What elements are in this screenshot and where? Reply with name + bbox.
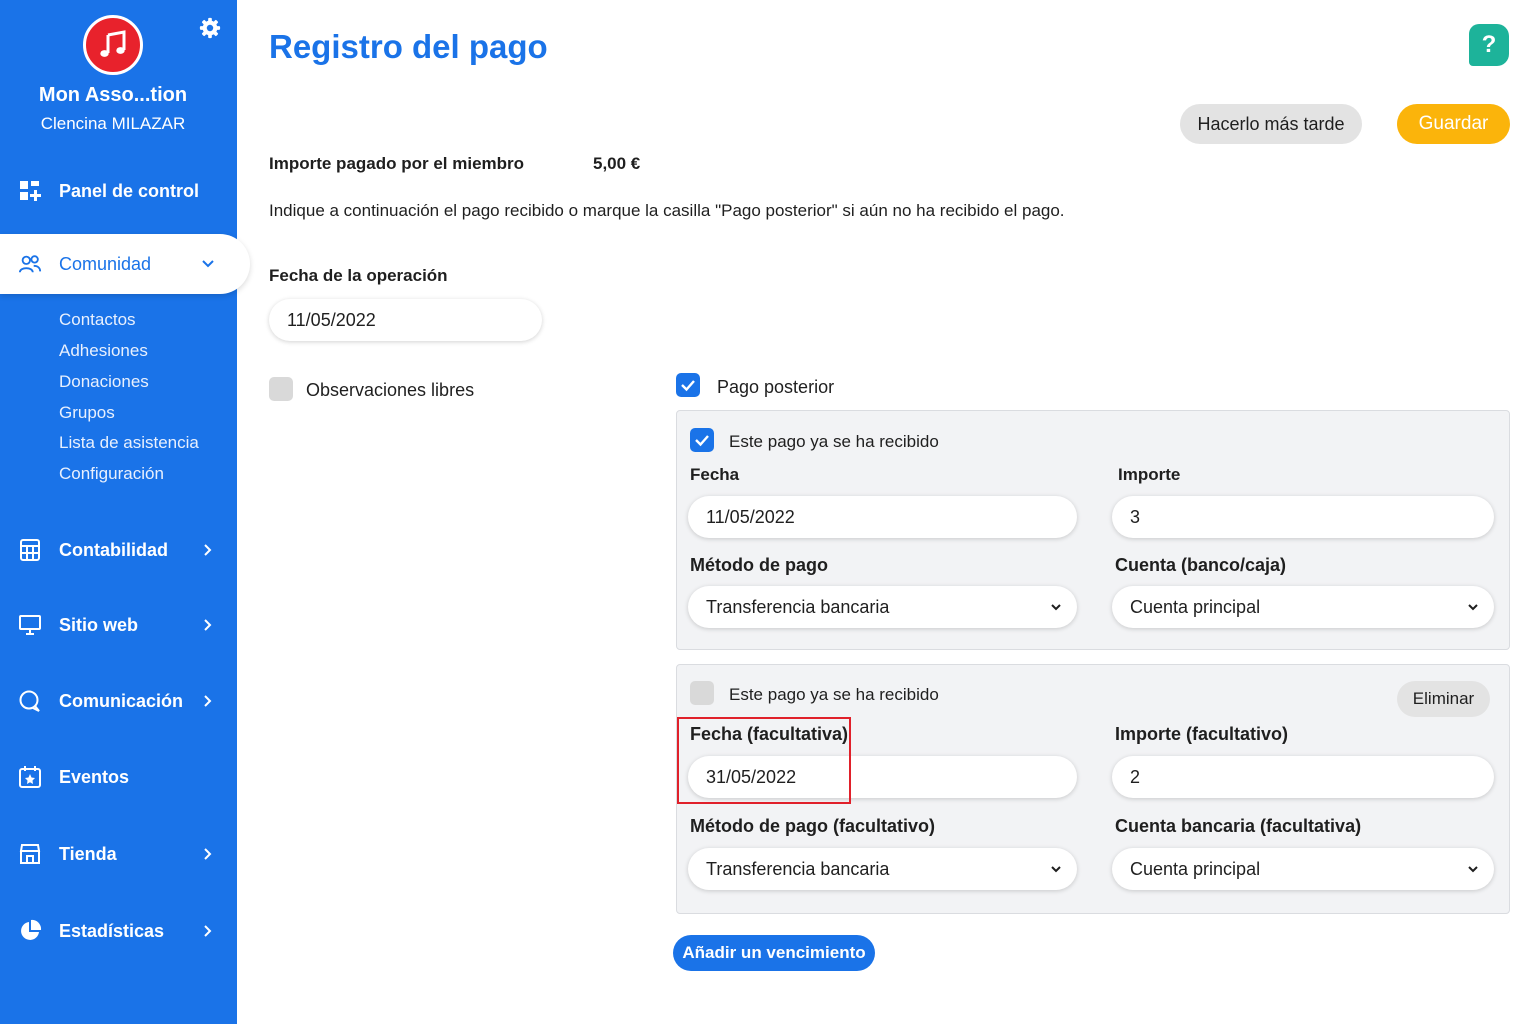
amount-paid-label: Importe pagado por el miembro xyxy=(269,154,525,173)
received-label-2: Este pago ya se ha recibido xyxy=(729,685,939,704)
nav-events[interactable]: Eventos xyxy=(0,749,237,805)
chevron-down-icon xyxy=(1051,866,1061,873)
nav-community[interactable]: Comunidad xyxy=(0,234,250,294)
monitor-icon xyxy=(18,613,42,637)
account-label-1: Cuenta (banco/caja) xyxy=(1115,555,1287,575)
method-select-2-value: Transferencia bancaria xyxy=(706,858,890,879)
chevron-down-icon xyxy=(1468,866,1478,873)
received-checkbox-2[interactable] xyxy=(690,681,714,705)
nav-communication-label: Comunicación xyxy=(59,690,184,711)
nav-shop[interactable]: Tienda xyxy=(0,826,237,882)
calculator-icon xyxy=(18,538,42,562)
received-checkbox-1[interactable] xyxy=(690,428,714,452)
music-note-icon[interactable] xyxy=(83,15,143,75)
date-input-1[interactable]: 11/05/2022 xyxy=(688,496,1077,538)
nav-website-label: Sitio web xyxy=(59,614,139,635)
highlight-box xyxy=(677,717,851,804)
method-select-1-value: Transferencia bancaria xyxy=(706,596,890,617)
sidebar-header: Mon Asso...tion Clencina MILAZAR xyxy=(0,0,237,158)
amount-paid-value: 5,00 € xyxy=(593,154,641,173)
nav-accounting[interactable]: Contabilidad xyxy=(0,522,237,578)
check-icon xyxy=(681,380,695,392)
deferred-payment-checkbox[interactable] xyxy=(676,373,700,397)
later-button[interactable]: Hacerlo más tarde xyxy=(1180,104,1362,144)
nav-events-label: Eventos xyxy=(59,766,130,787)
account-select-1-value: Cuenta principal xyxy=(1130,596,1261,617)
chevron-right-icon xyxy=(201,618,215,632)
nav-shop-label: Tienda xyxy=(59,843,117,864)
user-name: Clencina MILAZAR xyxy=(40,114,186,133)
nav-dashboard-label: Panel de control xyxy=(59,180,200,201)
chevron-right-icon xyxy=(201,924,215,938)
pie-chart-icon xyxy=(18,919,42,943)
delete-installment-button[interactable]: Eliminar xyxy=(1397,681,1490,717)
sub-contacts[interactable]: Contactos xyxy=(59,310,136,330)
nav-stats-label: Estadísticas xyxy=(59,920,165,941)
store-icon xyxy=(18,842,42,866)
account-select-1[interactable]: Cuenta principal xyxy=(1112,586,1494,628)
nav-stats[interactable]: Estadísticas xyxy=(0,903,237,959)
chevron-down-icon xyxy=(201,257,215,271)
account-select-2-value: Cuenta principal xyxy=(1130,858,1261,879)
method-select-1[interactable]: Transferencia bancaria xyxy=(688,586,1077,628)
instructions-text: Indique a continuación el pago recibido … xyxy=(269,201,1065,220)
account-select-2[interactable]: Cuenta principal xyxy=(1112,848,1494,890)
chevron-right-icon xyxy=(201,694,215,708)
save-button[interactable]: Guardar xyxy=(1397,104,1510,144)
chevron-down-icon xyxy=(1051,604,1061,611)
deferred-payment-label: Pago posterior xyxy=(717,377,835,397)
operation-date-input[interactable]: 11/05/2022 xyxy=(269,299,542,341)
notes-label: Observaciones libres xyxy=(306,380,475,400)
check-icon xyxy=(695,435,709,447)
sub-settings[interactable]: Configuración xyxy=(59,464,164,484)
operation-date-label: Fecha de la operación xyxy=(269,266,448,285)
sub-attendance[interactable]: Lista de asistencia xyxy=(59,433,199,453)
method-label-2: Método de pago (facultativo) xyxy=(690,816,935,836)
nav-website[interactable]: Sitio web xyxy=(0,597,237,653)
organization-name: Mon Asso...tion xyxy=(38,84,188,106)
notes-checkbox[interactable] xyxy=(269,377,293,401)
nav-accounting-label: Contabilidad xyxy=(59,539,168,560)
chat-icon xyxy=(18,689,42,713)
received-label-1: Este pago ya se ha recibido xyxy=(729,432,939,451)
method-select-2[interactable]: Transferencia bancaria xyxy=(688,848,1077,890)
sub-groups[interactable]: Grupos xyxy=(59,403,115,423)
amount-input-1[interactable]: 3 xyxy=(1112,496,1494,538)
gear-icon[interactable] xyxy=(197,15,223,41)
method-label-1: Método de pago xyxy=(690,555,828,575)
sub-memberships[interactable]: Adhesiones xyxy=(59,341,148,361)
chevron-right-icon xyxy=(201,543,215,557)
amount-input-2[interactable]: 2 xyxy=(1112,756,1494,798)
chevron-down-icon xyxy=(1468,604,1478,611)
amount-label-2: Importe (facultativo) xyxy=(1115,724,1289,744)
chevron-right-icon xyxy=(201,847,215,861)
nav-dashboard[interactable]: Panel de control xyxy=(0,163,237,219)
account-label-2: Cuenta bancaria (facultativa) xyxy=(1115,816,1362,836)
sub-donations[interactable]: Donaciones xyxy=(59,372,149,392)
dashboard-icon xyxy=(18,179,42,203)
sidebar: Mon Asso...tion Clencina MILAZAR Panel d… xyxy=(0,0,250,1024)
users-icon xyxy=(18,252,42,276)
amount-label-1: Importe xyxy=(1118,465,1181,484)
date-label-1: Fecha xyxy=(690,465,740,484)
page-title: Registro del pago xyxy=(269,28,548,65)
nav-communication[interactable]: Comunicación xyxy=(0,673,237,729)
add-installment-button[interactable]: Añadir un vencimiento xyxy=(673,935,875,971)
nav-community-label: Comunidad xyxy=(59,253,152,274)
calendar-icon xyxy=(18,765,42,789)
help-button[interactable]: ? xyxy=(1469,24,1509,66)
